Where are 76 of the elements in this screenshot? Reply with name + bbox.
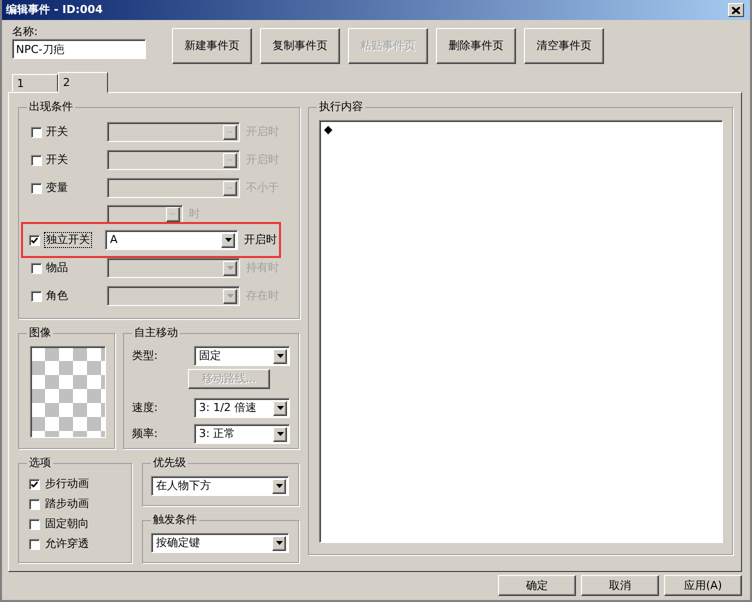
dropdown-field[interactable] (107, 150, 240, 170)
dropdown-field[interactable]: 按确定键 (151, 533, 289, 553)
command-list[interactable]: ◆ (319, 120, 723, 543)
name-label: 名称: (12, 25, 39, 38)
checkbox[interactable] (29, 538, 40, 550)
dropdown-arrow-icon (276, 406, 284, 410)
condition-label: 变量 (46, 181, 68, 195)
page-button[interactable]: 复制事件页 (260, 28, 340, 64)
dropdown-field[interactable] (107, 258, 240, 278)
group-title: 优先级 (151, 456, 188, 470)
dropdown-arrow-icon (276, 432, 284, 436)
page-button[interactable]: 新建事件页 (172, 28, 252, 64)
checkbox[interactable] (31, 154, 42, 166)
group-title: 选项 (27, 456, 53, 470)
option-label: 固定朝向 (45, 517, 89, 531)
option-label: 踏步动画 (45, 497, 89, 511)
checkbox[interactable] (31, 262, 42, 274)
condition-label: 角色 (46, 289, 68, 303)
dropdown-field[interactable]: 在人物下方 (151, 476, 289, 496)
group-title: 图像 (27, 326, 53, 340)
tab[interactable]: 2 (58, 72, 108, 93)
group-title: 触发条件 (151, 513, 199, 526)
group-title: 执行内容 (317, 100, 365, 114)
condition-label: 独立开关 (44, 232, 92, 248)
group-title: 自主移动 (132, 326, 180, 340)
tab[interactable]: 1 (12, 74, 58, 92)
dropdown-arrow-icon (276, 541, 282, 545)
checkbox[interactable] (29, 498, 40, 510)
dropdown-field[interactable] (107, 178, 240, 198)
graphic-preview[interactable] (30, 346, 106, 438)
checkbox[interactable] (31, 290, 42, 302)
group-title: 出现条件 (27, 100, 75, 114)
close-icon (732, 6, 740, 14)
field-label: 类型: (132, 349, 158, 363)
dialog-button[interactable]: 确定 (498, 575, 576, 596)
checkbox[interactable] (31, 126, 42, 138)
checkbox[interactable] (31, 182, 42, 194)
dropdown-arrow-icon (226, 294, 234, 298)
field-value: 固定 (199, 349, 221, 363)
dropdown-arrow-icon (276, 354, 284, 358)
condition-suffix: 开启时 (244, 233, 277, 247)
dropdown-field[interactable]: 固定 (194, 346, 290, 366)
dropdown-arrow-icon (276, 484, 282, 488)
condition-label: 开关 (46, 125, 68, 139)
dropdown-arrow-icon (226, 266, 234, 270)
field-value: 在人物下方 (156, 479, 211, 493)
dropdown-field[interactable] (107, 122, 240, 142)
dropdown-arrow-icon (224, 238, 232, 242)
dropdown-field[interactable]: 3: 正常 (194, 424, 290, 444)
page-button[interactable]: 删除事件页 (436, 28, 516, 64)
name-field[interactable]: NPC-刀疤 (12, 39, 146, 60)
option-label: 允许穿透 (45, 537, 89, 551)
dropdown-field[interactable]: A (105, 230, 238, 250)
command-item[interactable]: ◆ (324, 123, 718, 136)
dialog-button[interactable]: 应用(A) (664, 575, 742, 596)
checkbox[interactable] (29, 478, 40, 490)
page-button[interactable]: 清空事件页 (524, 28, 604, 64)
field-label: 速度: (132, 401, 158, 415)
checkbox[interactable] (29, 518, 40, 530)
window-title: 编辑事件 - ID:004 (6, 3, 103, 17)
option-label: 步行动画 (45, 477, 89, 491)
dialog-button[interactable]: 取消 (581, 575, 659, 596)
checkmark-icon (31, 480, 38, 488)
dropdown-field[interactable]: 3: 1/2 倍速 (194, 398, 290, 418)
dropdown-field[interactable] (107, 286, 240, 306)
condition-label: 开关 (46, 153, 68, 167)
field-label: 频率: (132, 427, 158, 441)
field-value: 3: 1/2 倍速 (199, 401, 256, 415)
field-value: 3: 正常 (199, 427, 236, 441)
field-value: 按确定键 (156, 536, 200, 550)
checkmark-icon (31, 236, 38, 244)
checkbox[interactable] (29, 234, 40, 246)
number-field[interactable] (107, 205, 183, 223)
field-value: A (110, 233, 118, 247)
close-button[interactable] (728, 3, 744, 17)
condition-label: 物品 (46, 261, 68, 275)
